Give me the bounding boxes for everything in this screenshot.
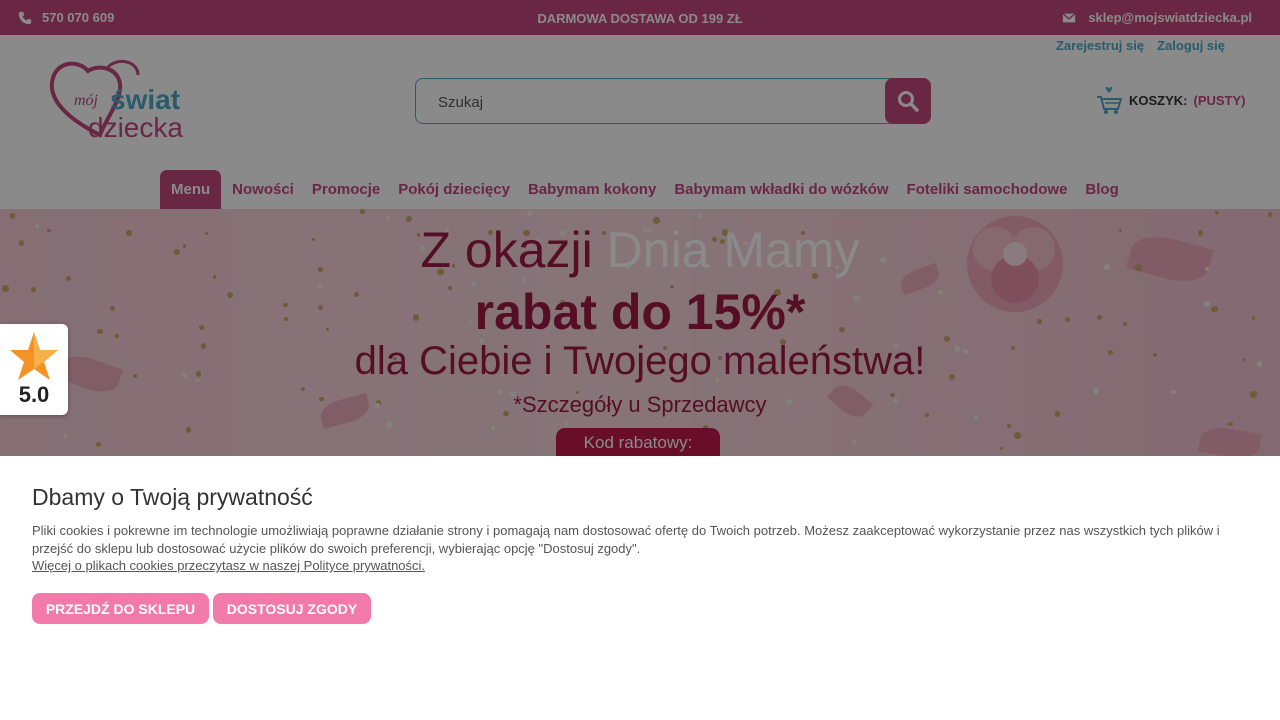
privacy-policy-link[interactable]: Więcej o plikach cookies przeczytasz w n… (32, 558, 425, 573)
rating-badge[interactable]: 5.0 (0, 324, 68, 415)
cookie-title: Dbamy o Twoją prywatność (32, 484, 313, 510)
go-to-shop-button[interactable]: PRZEJDŹ DO SKLEPU (32, 593, 209, 624)
cookie-consent-panel: Dbamy o Twoją prywatność Pliki cookies i… (0, 456, 1280, 720)
modal-backdrop (0, 0, 1280, 456)
star-icon (10, 332, 58, 380)
cookie-text: Pliki cookies i pokrewne im technologie … (32, 523, 1220, 556)
rating-value: 5.0 (18, 382, 50, 407)
customize-consent-button[interactable]: DOSTOSUJ ZGODY (213, 593, 371, 624)
